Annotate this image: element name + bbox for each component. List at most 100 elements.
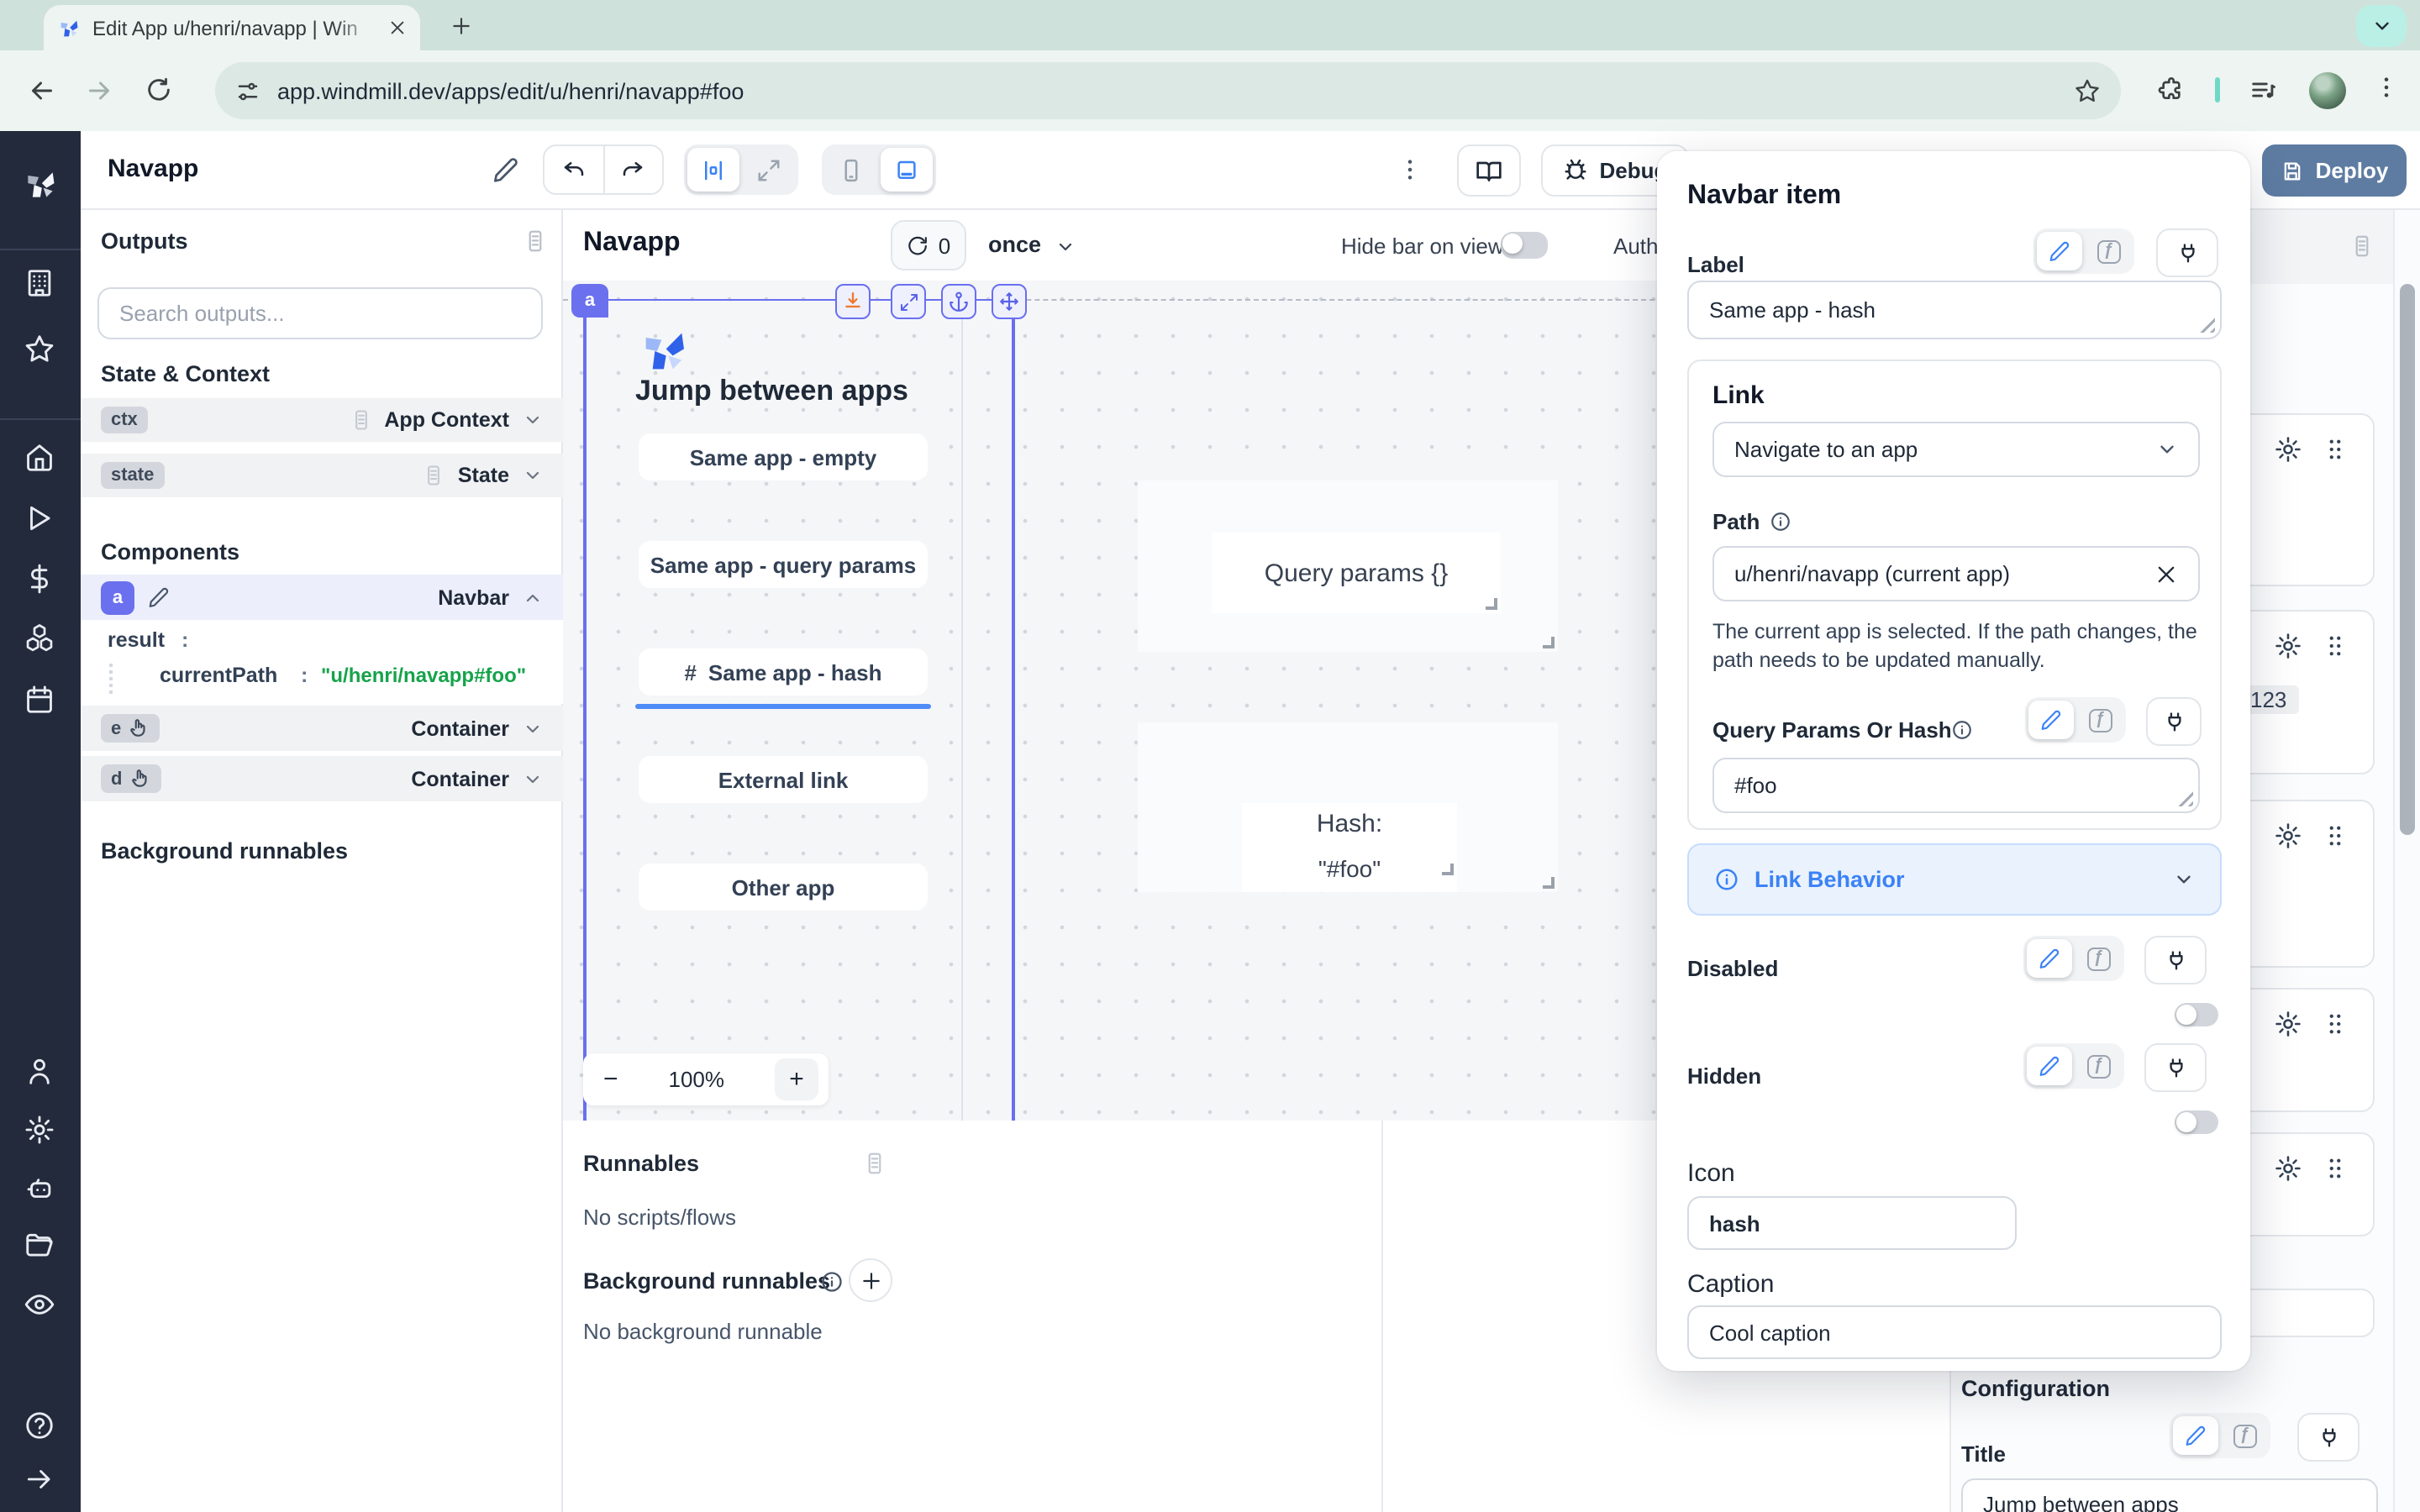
- resize-corner[interactable]: [1543, 637, 1555, 648]
- back-icon[interactable]: [27, 76, 57, 106]
- fx-button[interactable]: ƒ: [2077, 701, 2123, 739]
- static-pencil-button[interactable]: [2027, 1047, 2072, 1085]
- nav-item[interactable]: Other app: [639, 864, 928, 911]
- site-settings-icon[interactable]: [235, 78, 260, 103]
- browser-menu-icon[interactable]: [2373, 74, 2400, 101]
- card-grip-icon[interactable]: [2321, 435, 2349, 464]
- url-text[interactable]: app.windmill.dev/apps/edit/u/henri/navap…: [277, 78, 2074, 103]
- static-pencil-button[interactable]: [2037, 232, 2082, 270]
- fx-button[interactable]: ƒ: [2086, 232, 2131, 270]
- query-connect-plug-button[interactable]: [2146, 697, 2202, 746]
- hidden-toggle[interactable]: [2175, 1110, 2218, 1134]
- variables-icon[interactable]: [24, 563, 55, 595]
- extensions-icon[interactable]: [2158, 76, 2185, 102]
- icon-input[interactable]: hash: [1687, 1196, 2017, 1250]
- query-params-box[interactable]: Query params {}: [1138, 480, 1558, 652]
- path-input[interactable]: u/henri/navapp (current app): [1712, 546, 2200, 601]
- runs-icon[interactable]: [24, 502, 55, 534]
- expand-handle[interactable]: [891, 284, 926, 319]
- nav-item[interactable]: Same app - query params: [639, 541, 928, 588]
- docs-book-button[interactable]: [1457, 144, 1521, 197]
- scrollbar-thumb[interactable]: [2400, 284, 2415, 835]
- static-pencil-button[interactable]: [2028, 701, 2074, 739]
- state-row[interactable]: state State: [81, 454, 563, 497]
- link-behavior-collapse[interactable]: Link Behavior: [1687, 843, 2222, 916]
- clear-path-x-icon[interactable]: [2154, 562, 2178, 585]
- label-connect-plug-button[interactable]: [2156, 228, 2218, 277]
- tab-close-icon[interactable]: [388, 18, 407, 37]
- windmill-logo[interactable]: [22, 166, 59, 203]
- card-gear-icon[interactable]: [2274, 435, 2302, 464]
- card-gear-icon[interactable]: [2274, 822, 2302, 850]
- reload-icon[interactable]: [145, 76, 173, 104]
- caption-input[interactable]: Cool caption: [1687, 1305, 2222, 1359]
- favorites-star-icon[interactable]: [24, 333, 55, 365]
- runnables-doc-icon[interactable]: [862, 1151, 887, 1176]
- label-input[interactable]: Same app - hash: [1687, 281, 2222, 339]
- undo-button[interactable]: [544, 146, 602, 193]
- search-outputs-input[interactable]: Search outputs...: [97, 287, 543, 339]
- state-chevron-down-icon[interactable]: [523, 465, 543, 486]
- deploy-button[interactable]: Deploy: [2262, 144, 2407, 197]
- card-gear-icon[interactable]: [2274, 1010, 2302, 1038]
- zoom-in-button[interactable]: +: [775, 1058, 818, 1100]
- zoom-out-button[interactable]: −: [603, 1065, 618, 1094]
- resize-corner[interactable]: [1442, 864, 1454, 875]
- hidden-connect-plug-button[interactable]: [2144, 1043, 2207, 1092]
- expand-layout-button[interactable]: [743, 148, 795, 192]
- ctx-row[interactable]: ctx App Context: [81, 398, 563, 442]
- title-connect-plug-button[interactable]: [2297, 1413, 2360, 1462]
- outputs-doc-icon[interactable]: [523, 228, 548, 254]
- fx-button[interactable]: ƒ: [2075, 1047, 2121, 1085]
- static-pencil-button[interactable]: [2173, 1416, 2218, 1455]
- sidebar-doc-icon[interactable]: [2349, 234, 2375, 259]
- schedules-icon[interactable]: [24, 684, 55, 716]
- mobile-view-button[interactable]: [825, 148, 877, 192]
- hide-bar-toggle[interactable]: [1501, 232, 1548, 259]
- center-align-button[interactable]: [687, 148, 739, 192]
- current-path-value[interactable]: "u/henri/navapp#foo": [321, 664, 526, 687]
- hash-box[interactable]: Hash: "#foo": [1138, 722, 1558, 892]
- browser-tab[interactable]: Edit App u/henri/navapp | Win: [44, 5, 420, 50]
- container-d-chevron-icon[interactable]: [523, 769, 543, 789]
- insert-handle[interactable]: [835, 284, 871, 319]
- nav-item[interactable]: External link: [639, 756, 928, 803]
- card-grip-icon[interactable]: [2321, 822, 2349, 850]
- title-input[interactable]: Jump between apps: [1961, 1478, 2378, 1512]
- card-grip-icon[interactable]: [2321, 632, 2349, 660]
- card-gear-icon[interactable]: [2274, 632, 2302, 660]
- new-tab-icon[interactable]: [450, 15, 472, 37]
- static-pencil-button[interactable]: [2027, 939, 2072, 978]
- textarea-resize-grip[interactable]: [2200, 318, 2215, 333]
- container-d-row[interactable]: d Container: [81, 756, 563, 801]
- component-edit-pencil-icon[interactable]: [148, 586, 170, 608]
- home-icon[interactable]: [24, 442, 55, 474]
- audit-eye-icon[interactable]: [24, 1289, 55, 1320]
- nav-item-active[interactable]: #Same app - hash: [639, 648, 928, 696]
- add-background-runnable-button[interactable]: [849, 1258, 892, 1302]
- settings-gear-icon[interactable]: [24, 1114, 55, 1146]
- link-type-select[interactable]: Navigate to an app: [1712, 422, 2200, 477]
- anchor-handle[interactable]: [941, 284, 976, 319]
- navbar-chevron-up-icon[interactable]: [523, 587, 543, 607]
- ctx-chevron-down-icon[interactable]: [523, 410, 543, 430]
- container-e-chevron-icon[interactable]: [523, 718, 543, 738]
- move-handle[interactable]: [992, 284, 1027, 319]
- card-grip-icon[interactable]: [2321, 1010, 2349, 1038]
- nav-item[interactable]: Same app - empty: [639, 433, 928, 480]
- resize-corner[interactable]: [1543, 877, 1555, 889]
- disabled-connect-plug-button[interactable]: [2144, 936, 2207, 984]
- card-grip-icon[interactable]: [2321, 1154, 2349, 1183]
- desktop-view-button[interactable]: [881, 148, 933, 192]
- textarea-resize-grip[interactable]: [2178, 791, 2193, 806]
- schedule-select[interactable]: once: [988, 232, 1041, 257]
- scrollbar-track[interactable]: [2393, 210, 2420, 1512]
- tab-overflow-button[interactable]: [2356, 5, 2407, 47]
- query-params-input[interactable]: #foo: [1712, 758, 2200, 813]
- edit-title-pencil-icon[interactable]: [492, 156, 519, 183]
- redo-button[interactable]: [604, 146, 662, 193]
- bookmark-star-icon[interactable]: [2074, 77, 2101, 104]
- resize-corner[interactable]: [1486, 598, 1497, 610]
- navbar-component-row[interactable]: a Navbar: [81, 575, 563, 620]
- card-gear-icon[interactable]: [2274, 1154, 2302, 1183]
